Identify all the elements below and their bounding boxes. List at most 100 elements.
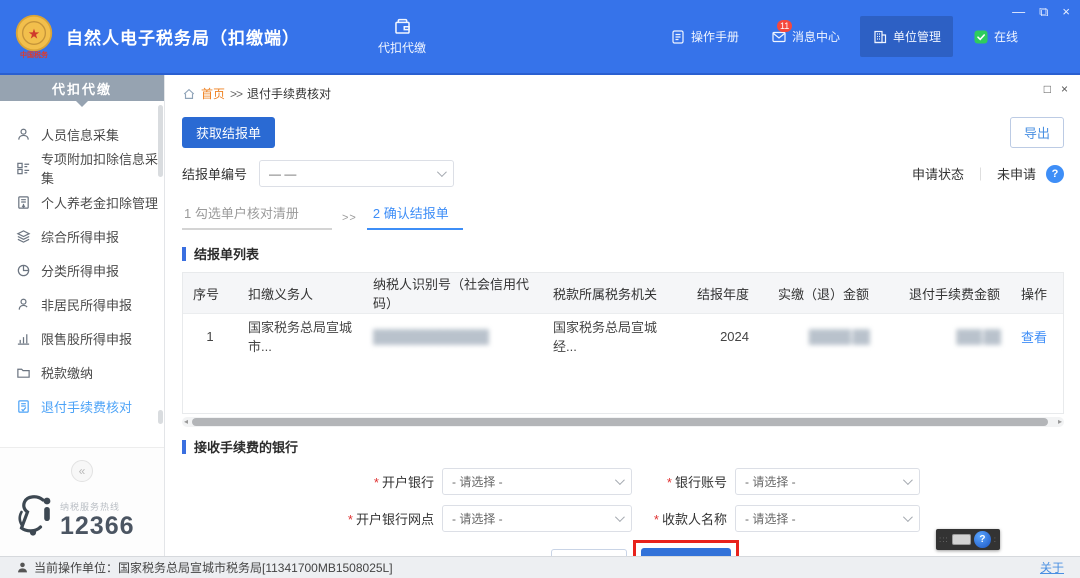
minimize-icon[interactable]: — <box>1012 5 1025 18</box>
nav-item-label: 单位管理 <box>893 28 941 45</box>
message-count-badge: 11 <box>777 20 792 32</box>
bank-select[interactable]: - 请选择 - <box>442 468 632 495</box>
sidebar-item-comprehensive-income[interactable]: 综合所得申报 <box>0 219 164 253</box>
panel-close-icon[interactable]: × <box>1061 83 1068 95</box>
sidebar-item-tax-payment[interactable]: 税款缴纳 <box>0 355 164 389</box>
manual-icon <box>670 29 686 45</box>
col-header-seq: 序号 <box>183 273 238 313</box>
sidebar-tab-daikou[interactable]: 代扣代缴 <box>0 75 164 101</box>
widget-help-icon[interactable]: ? <box>974 531 991 548</box>
col-header-fee-amount: 退付手续费金额 <box>880 273 1011 313</box>
col-header-paid-amount: 实缴（退）金额 <box>760 273 880 313</box>
cell-year: 2024 <box>668 314 760 358</box>
chevron-down-icon <box>903 475 913 485</box>
chevron-down-icon <box>437 167 447 177</box>
nav-item-online[interactable]: 在线 <box>961 16 1030 57</box>
pie-chart-icon <box>16 263 31 278</box>
export-button[interactable]: 导出 <box>1010 117 1064 148</box>
restore-icon[interactable]: ⧉ <box>1039 5 1048 18</box>
bank-branch-select[interactable]: - 请选择 - <box>442 505 632 532</box>
col-header-tax-authority: 税款所属税务机关 <box>543 273 668 313</box>
person-icon <box>16 127 31 142</box>
sidebar-item-label: 限售股所得申报 <box>41 329 132 348</box>
chevron-down-icon <box>615 475 625 485</box>
hotline-number: 12366 <box>60 513 135 541</box>
sidebar-item-nonresident-income[interactable]: 非居民所得申报 <box>0 287 164 321</box>
online-check-icon <box>973 29 989 45</box>
widget-dots-texture: : <box>994 536 997 544</box>
required-mark: * <box>374 475 379 490</box>
tax-emblem: ★ 中国税务 <box>14 13 54 60</box>
sidebar: 代扣代缴 人员信息采集 专项附加扣除信息采集 <box>0 75 165 556</box>
status-value: 未申请 <box>997 164 1036 183</box>
payee-name-value: - 请选择 - <box>745 510 796 527</box>
header-tab-daikou[interactable]: 代扣代缴 <box>378 17 426 56</box>
panel-controls: □ × <box>1044 83 1068 95</box>
floating-assistant-widget[interactable]: ::: ? : <box>936 529 1000 550</box>
apply-refund-button[interactable]: 申请退库 <box>641 548 731 556</box>
required-mark: * <box>667 475 672 490</box>
sidebar-scrollbar-end[interactable] <box>158 410 163 424</box>
breadcrumb: 首页 >> 退付手续费核对 <box>182 85 1064 102</box>
sidebar-item-label: 综合所得申报 <box>41 227 119 246</box>
person-icon <box>16 297 31 312</box>
wallet-icon <box>393 17 412 36</box>
redacted-paid-amount: █████.██ <box>809 329 869 344</box>
breadcrumb-current: 退付手续费核对 <box>247 85 331 102</box>
emblem-icon: ★ <box>14 13 54 53</box>
step-2-confirm-report[interactable]: 2 确认结报单 <box>367 203 463 230</box>
horizontal-scrollbar[interactable]: ◂ ▸ <box>182 417 1064 427</box>
previous-step-button[interactable]: 上一步 <box>551 549 627 556</box>
sidebar-collapse-button[interactable]: « <box>71 460 93 482</box>
sidebar-item-personnel-info[interactable]: 人员信息采集 <box>0 117 164 151</box>
breadcrumb-home-link[interactable]: 首页 <box>201 85 225 102</box>
layers-icon <box>16 229 31 244</box>
doc-check-icon <box>16 399 31 414</box>
sidebar-scrollbar[interactable] <box>158 105 163 177</box>
bank-branch-value: - 请选择 - <box>452 510 503 527</box>
app-title: 自然人电子税务局（扣缴端） <box>66 24 300 49</box>
report-no-value: — — <box>269 167 296 181</box>
bank-form: *开户银行 - 请选择 - *银行账号 - 请选择 - *开户银行网点 - 请选… <box>182 468 1064 532</box>
col-header-withholder: 扣缴义务人 <box>238 273 363 313</box>
sidebar-item-label: 专项附加扣除信息采集 <box>41 149 164 187</box>
report-no-select[interactable]: — — <box>259 160 454 187</box>
grid-list-icon <box>16 161 31 176</box>
view-link[interactable]: 查看 <box>1021 327 1047 346</box>
bank-account-select[interactable]: - 请选择 - <box>735 468 920 495</box>
emblem-caption: 中国税务 <box>20 50 48 60</box>
table-row: 1 国家税务总局宣城市... ██████████████ 国家税务总局宣城经.… <box>183 313 1063 358</box>
close-icon[interactable]: × <box>1062 5 1070 18</box>
scroll-right-icon[interactable]: ▸ <box>1058 417 1062 427</box>
required-mark: * <box>654 512 659 527</box>
sidebar-item-pension-deduction[interactable]: 个人养老金扣除管理 <box>0 185 164 219</box>
sidebar-item-fee-refund-check[interactable]: 退付手续费核对 <box>0 389 164 423</box>
help-icon[interactable]: ? <box>1046 165 1064 183</box>
scroll-left-icon[interactable]: ◂ <box>184 417 188 427</box>
cell-withholder: 国家税务总局宣城市... <box>238 314 363 358</box>
hotline-operator-icon <box>14 494 54 540</box>
scrollbar-thumb[interactable] <box>192 418 1048 426</box>
panel-restore-icon[interactable]: □ <box>1044 83 1051 95</box>
report-list-section-title: 结报单列表 <box>182 244 1064 263</box>
section-title-text: 接收手续费的银行 <box>194 437 298 456</box>
widget-dots-texture: ::: <box>939 536 949 544</box>
cell-fee-amount: ███.██ <box>880 314 1011 358</box>
payee-name-select[interactable]: - 请选择 - <box>735 505 920 532</box>
fetch-report-button[interactable]: 获取结报单 <box>182 117 275 148</box>
nav-item-messages[interactable]: 11 消息中心 <box>759 16 852 57</box>
sidebar-item-classified-income[interactable]: 分类所得申报 <box>0 253 164 287</box>
status-separator: ｜ <box>974 164 987 183</box>
cell-action: 查看 <box>1011 314 1063 358</box>
sidebar-item-special-deduction[interactable]: 专项附加扣除信息采集 <box>0 151 164 185</box>
table-header-row: 序号 扣缴义务人 纳税人识别号（社会信用代码） 税款所属税务机关 结报年度 实缴… <box>183 273 1063 313</box>
sidebar-item-restricted-stock[interactable]: 限售股所得申报 <box>0 321 164 355</box>
nav-item-manual[interactable]: 操作手册 <box>658 16 751 57</box>
about-link[interactable]: 关于 <box>1040 559 1064 576</box>
step-label: 确认结报单 <box>384 206 449 221</box>
window-controls: — ⧉ × <box>1012 5 1070 18</box>
nav-item-unit-management[interactable]: 单位管理 <box>860 16 953 57</box>
step-1-check-list[interactable]: 1 勾选单户核对清册 <box>182 203 332 230</box>
chevron-down-icon <box>615 512 625 522</box>
app-window: ★ 中国税务 自然人电子税务局（扣缴端） 代扣代缴 <box>0 0 1080 578</box>
